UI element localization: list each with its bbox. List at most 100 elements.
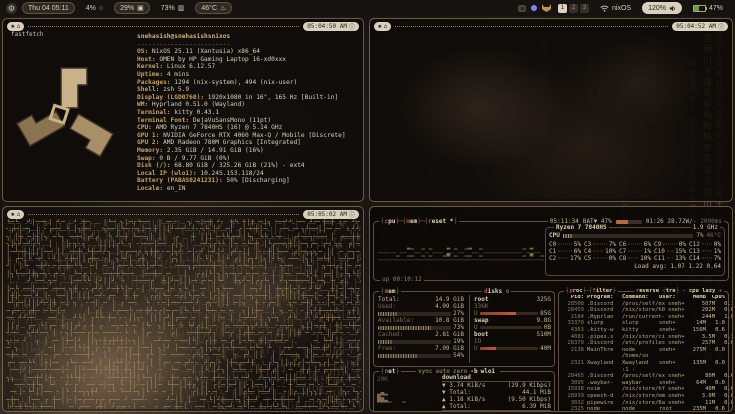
memory-panel-title: ┤mem├ (379, 288, 401, 295)
process-cell: pipewire (587, 400, 619, 407)
table-row[interactable]: 4081.pipes.s/nix/store/cisneh+3.5M0.3 (559, 334, 728, 341)
flower-icon: ✱ (11, 23, 15, 30)
core-name: C6 (619, 241, 626, 248)
process-column-header[interactable]: Cpu% (709, 294, 725, 301)
disk-used-value: 40M (540, 345, 551, 352)
core-percent: 0% (714, 241, 721, 248)
process-cell: 2138 (562, 347, 584, 360)
core-name: C13 (689, 248, 700, 255)
fastfetch-value: 1920x1080 in 16", 165 Hz [Built-in] (208, 94, 338, 101)
pipes-terminal-window[interactable]: ✱ ⌂ 05:05:02 AM ⓘ ─┐─ ┘┘ ╴│└ │┐ ┼╴ ┘╴┌┌─… (2, 206, 364, 412)
table-row[interactable]: 28508.Discord/proc/self/exsneh+507M0.1 (559, 301, 728, 308)
process-cell: Xwayland (587, 360, 619, 373)
volume-module[interactable]: 120% (642, 2, 682, 14)
fox-tray-icon[interactable] (542, 4, 551, 12)
tab-launcher-pill[interactable]: ✱ ⌂ (7, 210, 24, 219)
table-row[interactable]: 2184.Hyprlan/run/current-sneh+244M1.0 (559, 314, 728, 321)
process-column-header[interactable]: Program: (587, 294, 619, 301)
btop-tabs: ┤cpu├─┤mem├─┤reset *├ (379, 218, 459, 225)
meter-track (378, 340, 451, 344)
disk-name: boot (474, 331, 488, 338)
table-row[interactable]: 2321XwaylandXwayland :1 -sneh+135M0.0 (559, 360, 728, 373)
image-viewer-window[interactable]: ✱ ⌂ 05:04:52 AM ⓘ (369, 18, 733, 202)
discord-tray-icon[interactable] (531, 5, 537, 11)
memory-stat-label: Cached: (378, 331, 403, 338)
separator-line: ------------------------- (137, 41, 361, 49)
cpu-module[interactable]: 4% ○ (80, 2, 109, 14)
process-cell: sneh+ (659, 347, 681, 360)
core-usage-cell: C6 6% (619, 241, 651, 248)
table-row[interactable]: 3032pipewire/nix/store/6asneh+11M0.0 (559, 400, 728, 407)
process-cell: 0.0 (718, 400, 733, 407)
tab-launcher-pill[interactable]: ✱ ⌂ (7, 22, 24, 31)
table-row[interactable]: 28465.Discord/proc/self/exsneh+80M0.6 (559, 373, 728, 380)
fastfetch-label: Terminal Font: (137, 117, 193, 124)
network-module[interactable]: nixOS (594, 2, 637, 14)
gear-icon[interactable]: ⚙ (6, 3, 17, 14)
process-cell: .Discord (587, 307, 619, 314)
process-column-header[interactable]: Command: (622, 294, 656, 301)
core-percent: 6% (644, 241, 651, 248)
core-usage-cell: C50% (584, 255, 616, 262)
process-table-header[interactable]: Pid:Program:Command:User:MemBCpu% (559, 294, 728, 301)
temperature-module[interactable]: 46°C ♨ (195, 2, 232, 14)
window-title: fastfetch (11, 31, 44, 38)
process-cell: .Discord (587, 373, 619, 380)
fastfetch-line: Shell: zsh 5.9 (137, 86, 361, 94)
fastfetch-value: Linux 6.12.57 (167, 63, 215, 70)
tab-launcher-pill[interactable]: ✱ ⌂ (374, 22, 391, 31)
memory-total-row: Total:14.9 GiB (378, 296, 464, 303)
table-row[interactable]: 2138MainThrenode /home/snsneh+275M0.0 (559, 347, 728, 360)
core-meter (628, 251, 642, 252)
workspace-button[interactable]: 2 (569, 4, 578, 13)
core-meter (702, 244, 712, 245)
meter-track (378, 326, 451, 330)
table-row[interactable]: 33370slurpslurpsneh+14M1.0 (559, 320, 728, 327)
fastfetch-label: CPU: (137, 124, 156, 131)
table-row[interactable]: 15938nvim/nix/store/hfsneh+40M0.6 (559, 386, 728, 393)
process-cell: 28508 (562, 301, 584, 308)
process-column-header[interactable]: Pid: (562, 294, 584, 301)
core-meter (702, 258, 712, 259)
process-cell: 0.6 (709, 406, 725, 412)
fastfetch-value: zsh 5.9 (163, 86, 189, 93)
net-button[interactable]: sync (418, 368, 432, 375)
process-cell: 244M (693, 314, 715, 321)
fastfetch-line: Locale: en_IN (137, 185, 361, 193)
core-usage-cell: C90% (654, 241, 686, 248)
process-cell: 0.3 (718, 334, 733, 341)
table-row[interactable]: 3095.waybar-waybarsneh+64M0.0 (559, 380, 728, 387)
table-row[interactable]: 28379.Discord/etc/profilessneh+257M0.0 (559, 340, 728, 347)
fastfetch-value: AMD Radeon 780M Graphics [Integrated] (163, 139, 301, 146)
memory-module[interactable]: 29% ▣ (114, 2, 150, 14)
tab-clock-label: 05:04:52 AM (676, 23, 716, 30)
disk-used-track (480, 347, 539, 351)
workspace-button[interactable]: 1 (558, 4, 567, 13)
network-panel: ┤net├ syncautozero-bwlo1 20K ▂▄▂ █▆▃▁ ▁ … (373, 371, 555, 412)
battery-module[interactable]: 47% (687, 2, 729, 14)
process-cell: MainThre (587, 347, 619, 360)
core-usage-cell: C1015% (654, 248, 686, 255)
btop-terminal-window[interactable]: ┤cpu├─┤mem├─┤reset *├ 05:11:34 BAT▼ 47% … (369, 206, 733, 412)
table-row[interactable]: 2325nodenode /server/root235M0.6 (559, 406, 728, 412)
disk-module[interactable]: 73% ▥ (155, 2, 191, 14)
table-row[interactable]: 28459.Discord/nix/store/h0sneh+202M0.0 (559, 307, 728, 314)
disk-name: root (474, 296, 488, 303)
process-cell: 0.0 (709, 380, 725, 387)
process-column-header[interactable]: MemB (684, 294, 706, 301)
fastfetch-label: Battery (PABAS0241231): (137, 177, 226, 184)
process-sort-buttons[interactable]: reverse ┤tre├ - cpu lazy + (634, 288, 724, 295)
table-row[interactable]: 4363.kitty-wkittysneh+156M0.6 (559, 327, 728, 334)
screenshot-tray-icon[interactable] (518, 5, 526, 12)
fastfetch-terminal-window[interactable]: ✱ ⌂ 05:04:50 AM ⓘ fastfetch (2, 18, 364, 202)
process-column-header[interactable]: User: (659, 294, 681, 301)
disk-size: 9.8G (537, 317, 551, 324)
workspace-button[interactable]: 3 (580, 4, 589, 13)
fastfetch-label: Terminal: (137, 109, 174, 116)
core-name: C4 (584, 248, 591, 255)
memory-stat-value: 4.09 GiB (435, 303, 464, 310)
table-row[interactable]: 28939speech-d/nix/store/mmsneh+3.0M0.0 (559, 393, 728, 400)
disk-io-value: 336K (474, 303, 551, 310)
tab-clock: 05:04:52 AM ⓘ (672, 22, 728, 31)
clock-module[interactable]: Thu 04 05:11 (22, 2, 75, 14)
